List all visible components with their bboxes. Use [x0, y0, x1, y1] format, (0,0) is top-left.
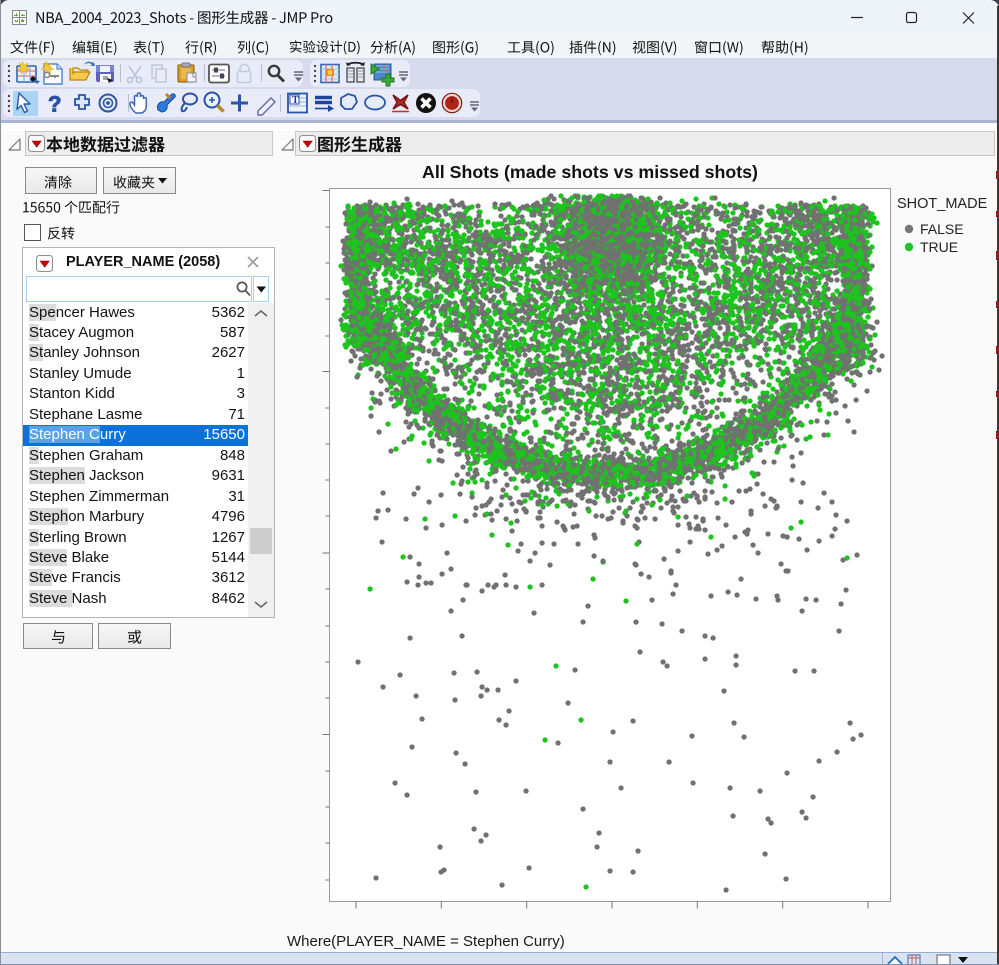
svg-text:T: T: [292, 95, 299, 106]
svg-text:?: ?: [48, 92, 61, 117]
